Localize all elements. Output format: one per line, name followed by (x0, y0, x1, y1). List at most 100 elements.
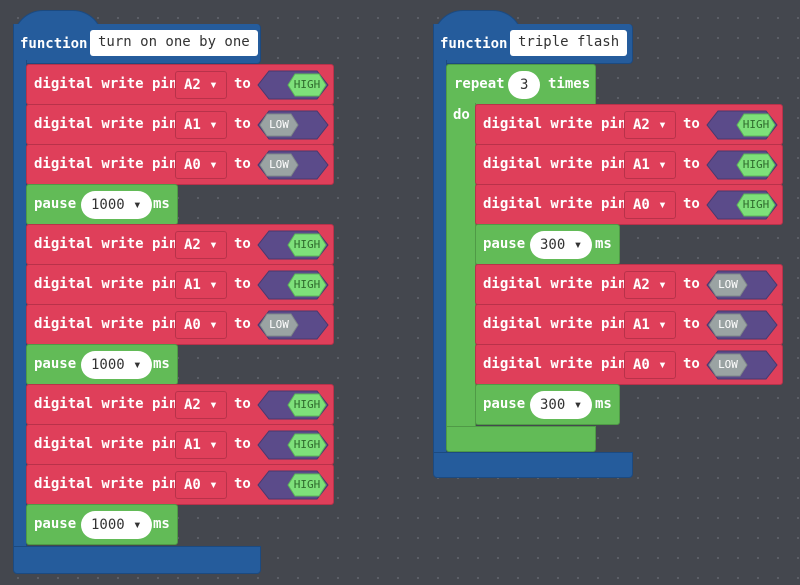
digital-write-block[interactable]: digital write pin A1 ▾ to HIGH (26, 264, 334, 305)
pause-label: pause (34, 516, 77, 532)
pin-dropdown[interactable]: A2 ▾ (175, 391, 227, 419)
pin-name: A0 (184, 157, 201, 173)
to-label: to (683, 316, 700, 332)
pin-dropdown[interactable]: A0 ▾ (175, 311, 227, 339)
pin-value-label: HIGH (293, 438, 321, 451)
pause-duration-dropdown[interactable]: 300 ▾ (530, 231, 593, 259)
repeat-count-field[interactable]: 3 (508, 71, 541, 99)
pause-duration-dropdown[interactable]: 300 ▾ (530, 391, 593, 419)
pin-name: A1 (184, 437, 201, 453)
pin-dropdown[interactable]: A1 ▾ (175, 111, 227, 139)
pause-duration-value: 300 (540, 237, 566, 253)
function-name-field[interactable]: triple flash (510, 30, 628, 56)
pin-value-dropdown[interactable]: LOW (706, 310, 778, 340)
pin-dropdown[interactable]: A2 ▾ (624, 111, 676, 139)
pause-block[interactable]: pause 300 ▾ ms (475, 384, 620, 425)
pause-label: pause (34, 196, 77, 212)
pin-value-dropdown[interactable]: HIGH (257, 70, 329, 100)
pin-value-dropdown[interactable]: LOW (706, 270, 778, 300)
caret-down-icon: ▾ (649, 117, 667, 133)
digital-write-block[interactable]: digital write pin A0 ▾ to LOW (26, 304, 334, 345)
pause-duration-dropdown[interactable]: 1000 ▾ (81, 191, 152, 219)
digital-write-block[interactable]: digital write pin A0 ▾ to LOW (475, 344, 783, 385)
pause-block[interactable]: pause 1000 ▾ ms (26, 344, 178, 385)
to-label: to (234, 236, 251, 252)
function-footer (13, 546, 261, 574)
pause-block[interactable]: pause 1000 ▾ ms (26, 184, 178, 225)
to-label: to (683, 276, 700, 292)
caret-down-icon: ▾ (565, 397, 583, 413)
pin-dropdown[interactable]: A0 ▾ (624, 191, 676, 219)
digital-write-block[interactable]: digital write pin A2 ▾ to HIGH (26, 224, 334, 265)
pin-dropdown[interactable]: A0 ▾ (624, 351, 676, 379)
digital-write-label: digital write pin (34, 116, 178, 132)
pause-duration-dropdown[interactable]: 1000 ▾ (81, 511, 152, 539)
pin-value-dropdown[interactable]: LOW (257, 150, 329, 180)
pause-block[interactable]: pause 300 ▾ ms (475, 224, 620, 265)
pin-value-label: HIGH (742, 118, 770, 131)
pin-value-dropdown[interactable]: HIGH (706, 150, 778, 180)
pin-name: A1 (633, 157, 650, 173)
to-label: to (234, 116, 251, 132)
pin-value-dropdown[interactable]: HIGH (706, 190, 778, 220)
repeat-block[interactable]: repeat 3 times (446, 64, 596, 105)
pin-value-dropdown[interactable]: LOW (257, 110, 329, 140)
digital-write-block[interactable]: digital write pin A0 ▾ to LOW (26, 144, 334, 185)
pin-value-dropdown[interactable]: HIGH (257, 470, 329, 500)
function-block-0[interactable]: function turn on one by one (13, 24, 261, 64)
do-label: do (453, 107, 470, 123)
pin-value-dropdown[interactable]: HIGH (257, 230, 329, 260)
function-name-field[interactable]: turn on one by one (90, 30, 258, 56)
pin-dropdown[interactable]: A2 ▾ (175, 71, 227, 99)
to-label: to (234, 316, 251, 332)
pin-dropdown[interactable]: A1 ▾ (175, 431, 227, 459)
function-block-1[interactable]: function triple flash (433, 24, 633, 64)
digital-write-block[interactable]: digital write pin A2 ▾ to LOW (475, 264, 783, 305)
pause-duration-dropdown[interactable]: 1000 ▾ (81, 351, 152, 379)
pin-value-dropdown[interactable]: HIGH (706, 110, 778, 140)
pin-value-dropdown[interactable]: HIGH (257, 430, 329, 460)
digital-write-block[interactable]: digital write pin A0 ▾ to HIGH (475, 184, 783, 225)
pin-dropdown[interactable]: A0 ▾ (175, 471, 227, 499)
pin-dropdown[interactable]: A1 ▾ (624, 151, 676, 179)
pin-value-dropdown[interactable]: LOW (706, 350, 778, 380)
pin-name: A1 (184, 117, 201, 133)
pin-dropdown[interactable]: A2 ▾ (624, 271, 676, 299)
digital-write-label: digital write pin (34, 396, 178, 412)
digital-write-block[interactable]: digital write pin A1 ▾ to LOW (475, 304, 783, 345)
caret-down-icon: ▾ (649, 197, 667, 213)
digital-write-block[interactable]: digital write pin A2 ▾ to HIGH (26, 384, 334, 425)
digital-write-block[interactable]: digital write pin A1 ▾ to LOW (26, 104, 334, 145)
pin-value-dropdown[interactable]: LOW (257, 310, 329, 340)
pin-dropdown[interactable]: A1 ▾ (624, 311, 676, 339)
digital-write-label: digital write pin (483, 316, 627, 332)
digital-write-block[interactable]: digital write pin A2 ▾ to HIGH (475, 104, 783, 145)
pin-value-label: LOW (718, 318, 738, 331)
pin-dropdown[interactable]: A0 ▾ (175, 151, 227, 179)
digital-write-block[interactable]: digital write pin A2 ▾ to HIGH (26, 64, 334, 105)
digital-write-label: digital write pin (34, 276, 178, 292)
caret-down-icon: ▾ (200, 77, 218, 93)
pin-name: A2 (633, 117, 650, 133)
pin-value-dropdown[interactable]: HIGH (257, 270, 329, 300)
digital-write-label: digital write pin (34, 76, 178, 92)
digital-write-block[interactable]: digital write pin A1 ▾ to HIGH (475, 144, 783, 185)
pin-value-dropdown[interactable]: HIGH (257, 390, 329, 420)
to-label: to (234, 396, 251, 412)
pin-dropdown[interactable]: A2 ▾ (175, 231, 227, 259)
to-label: to (234, 276, 251, 292)
digital-write-label: digital write pin (483, 156, 627, 172)
pin-value-label: HIGH (293, 78, 321, 91)
caret-down-icon: ▾ (200, 237, 218, 253)
pin-value-label: HIGH (742, 198, 770, 211)
pin-dropdown[interactable]: A1 ▾ (175, 271, 227, 299)
pause-label: pause (34, 356, 77, 372)
digital-write-block[interactable]: digital write pin A1 ▾ to HIGH (26, 424, 334, 465)
to-label: to (683, 356, 700, 372)
pause-block[interactable]: pause 1000 ▾ ms (26, 504, 178, 545)
digital-write-block[interactable]: digital write pin A0 ▾ to HIGH (26, 464, 334, 505)
to-label: to (234, 76, 251, 92)
to-label: to (683, 116, 700, 132)
repeat-footer (446, 426, 596, 452)
caret-down-icon: ▾ (200, 397, 218, 413)
